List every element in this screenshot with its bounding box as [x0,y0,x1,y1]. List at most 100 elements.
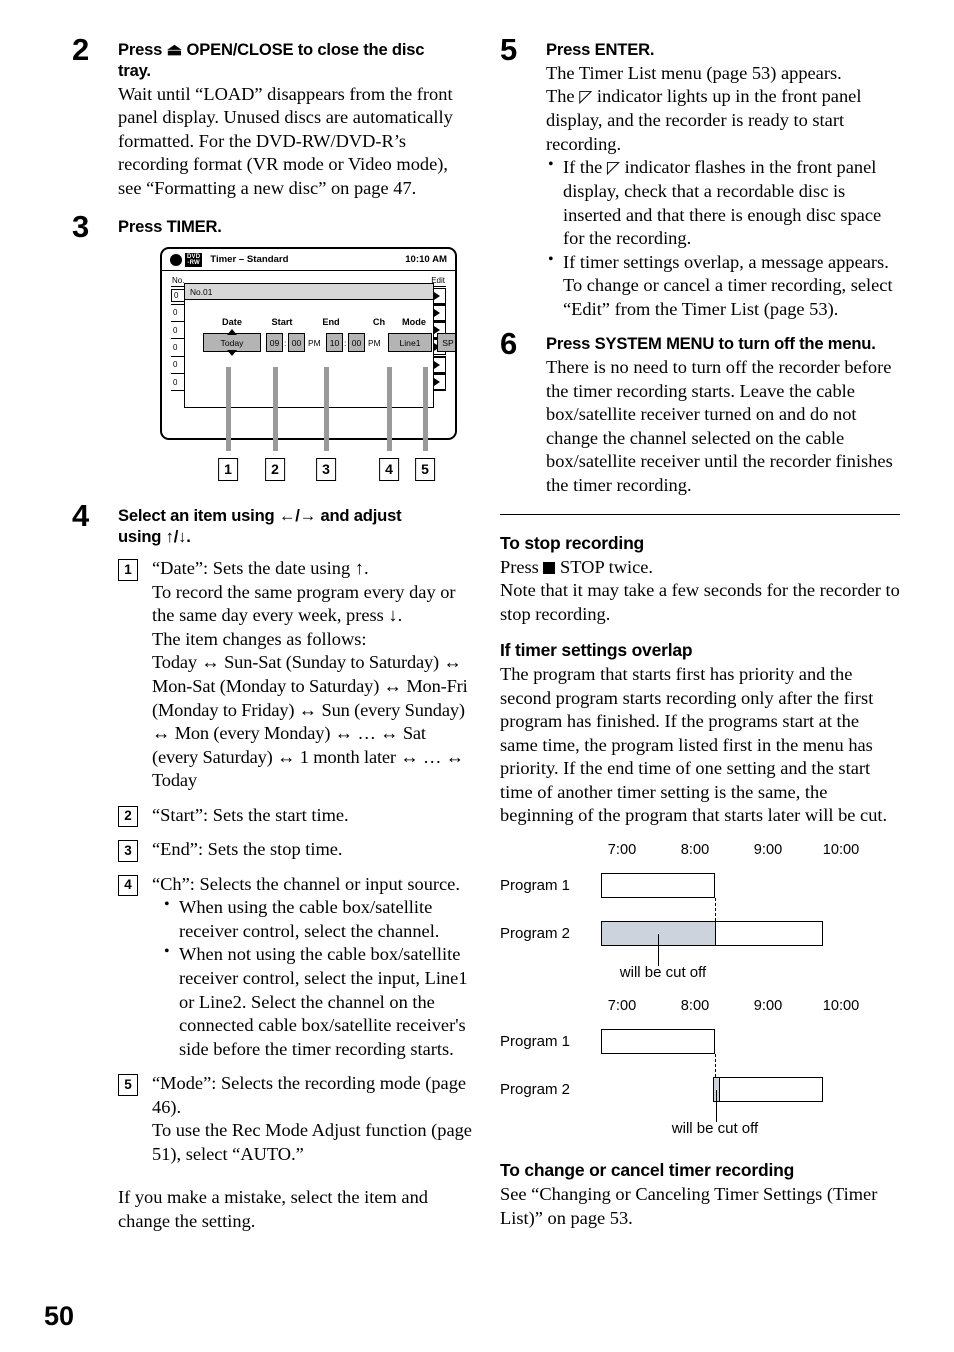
label-mode: Mode [402,317,426,328]
diagram2-row2-label: Program 2 [500,1080,571,1098]
right-column: 5 Press ENTER. The Timer List menu (page… [500,34,900,1230]
step-4-item-3: 3 “End”: Sets the stop time. [118,838,472,862]
dvd-badge-line2: -RW [187,259,200,266]
step-4-title-line2: using ↑/↓. [118,527,191,547]
step-4-item-2: 2 “Start”: Sets the start time. [118,804,472,828]
stop-recording-line1-b: STOP twice. [555,556,654,577]
channel-field[interactable]: Line1 [388,333,432,353]
stop-recording-line1: Press STOP twice. [500,556,900,580]
end-hour-field[interactable]: 10 [326,333,343,353]
callout-1: 1 [218,458,238,482]
diagram2-dashed-connector [715,1053,716,1077]
item-4-bullet-2: When not using the cable box/satellite r… [162,942,472,1061]
diagram2-cut-label: will be cut off [671,1119,759,1137]
step-2-title: Press ⏏ OPEN/CLOSE to close the disc tra… [118,40,472,82]
start-hour-field[interactable]: 09 [266,333,283,353]
step-5-bullet-2: If timer settings overlap, a message app… [546,250,900,322]
item-2-number: 2 [118,805,138,828]
end-time-separator: : [344,337,347,348]
arrow-down-icon [227,350,237,357]
tv-screen-clock: 10:10 AM [405,254,447,266]
step-6-body: There is no need to turn off the recorde… [546,357,893,495]
stop-square-icon [543,561,556,574]
start-ampm[interactable]: PM [308,333,321,352]
tv-screen-title: Timer – Standard [210,254,289,266]
change-cancel-body: See “Changing or Canceling Timer Setting… [500,1183,878,1228]
diagram2-row1-label: Program 1 [500,1032,571,1050]
diagram2-tick-4: 10:00 [822,997,860,1014]
label-ch: Ch [372,317,386,328]
step-5: 5 Press ENTER. The Timer List menu (page… [500,34,900,322]
item-1-number: 1 [118,559,138,581]
chevron-right-icon [434,360,440,369]
dvd-rw-badge-icon: DVD -RW [185,252,203,268]
chevron-right-icon [434,378,440,387]
step-3: 3 Press TIMER. DVD -RW Timer – Standard … [72,211,472,485]
diagram1-program2-bar [715,920,823,946]
section-overlap: If timer settings overlap The program th… [500,640,900,828]
diagram1-cut-pointer [658,933,659,966]
step-5-body-line2-b: indicator lights up in the front panel d… [546,86,862,154]
step-2-title-line2: tray. [118,60,151,80]
callout-4: 4 [379,458,399,482]
diagram1-tick-3: 9:00 [753,841,783,858]
timer-screen-illustration: DVD -RW Timer – Standard 10:10 AM No. Ed… [160,247,457,484]
row-number: 0 [171,289,185,303]
step-4-items: 1 “Date”: Sets the date using ↑. To reco… [118,557,472,1233]
item-1-line-4: Today ↔ Sun-Sat (Sunday to Saturday) ↔ M… [152,652,468,791]
step-5-body-line2-a: The [546,86,580,107]
end-minute-field[interactable]: 00 [348,333,365,353]
step-2-title-line1: Press ⏏ OPEN/CLOSE to close the disc [118,40,425,59]
step-2-body: Wait until “LOAD” disappears from the fr… [118,83,453,198]
diagram1-cut-label: will be cut off [619,963,707,981]
overlap-diagram-1: 7:00 8:00 9:00 10:00 Program 1 Program 2… [500,842,900,990]
diagram2-tick-2: 8:00 [680,997,710,1014]
step-4-closing: If you make a mistake, select the item a… [118,1187,428,1231]
end-ampm[interactable]: PM [368,333,381,352]
chevron-right-icon [434,291,440,300]
section-change-cancel: To change or cancel timer recording See … [500,1160,900,1230]
label-date: Date [222,317,242,328]
diagram1-tick-1: 7:00 [607,841,637,858]
step-4-title: Select an item using ←/→ and adjust usin… [118,506,472,548]
diagram1-dashed-connector [715,897,716,921]
item-5-number: 5 [118,1074,138,1096]
item-3-line-1: “End”: Sets the stop time. [152,839,343,860]
step-4-item-4: 4 “Ch”: Selects the channel or input sou… [118,873,472,1061]
start-minute-field[interactable]: 00 [288,333,305,353]
item-4-line-1: “Ch”: Selects the channel or input sourc… [152,873,460,894]
mode-field[interactable]: SP [437,333,455,353]
item-4-bullets: When using the cable box/satellite recei… [162,895,472,1061]
diagram1-tick-4: 10:00 [822,841,860,858]
overlap-heading: If timer settings overlap [500,640,693,661]
section-stop-recording: To stop recording Press STOP twice. Note… [500,533,900,627]
step-4-item-1: 1 “Date”: Sets the date using ↑. To reco… [118,557,472,792]
diagram2-cut-pointer [716,1089,717,1122]
diagram1-program1-bar [601,872,715,898]
item-4-number: 4 [118,874,138,897]
item-1-line-3: The item changes as follows: [152,628,367,649]
dvd-badge-line1: DVD [187,253,201,260]
step-5-bullets: If the ◸ indicator flashes in the front … [546,155,900,322]
clock-indicator-icon: ◸ [606,158,620,179]
step-3-title: Press TIMER. [118,216,222,236]
diagram2-tick-1: 7:00 [607,997,637,1014]
manual-page: 2 Press ⏏ OPEN/CLOSE to close the disc t… [0,0,954,1352]
diagram1-tick-2: 8:00 [680,841,710,858]
dialog-fields: Today 09 : 00 PM 10 : 00 PM Line1 SP [185,329,455,357]
change-cancel-heading: To change or cancel timer recording [500,1159,795,1180]
step-5-body-line1: The Timer List menu (page 53) appears. [546,62,842,83]
stop-recording-heading: To stop recording [500,532,645,553]
item-1-line-1: “Date”: Sets the date using ↑. [152,558,369,579]
chevron-right-icon [434,308,440,317]
dialog-field-labels: Date Start End Ch Mode [185,317,433,333]
callout-numbers: 1 2 3 4 5 [160,458,457,484]
item-1-line-2: To record the same program every day or … [152,581,456,626]
step-5-bullet-1-a: If the [563,157,607,178]
step-5-title: Press ENTER. [546,40,655,59]
timer-list-header-no: No. [172,276,185,286]
callout-5: 5 [415,458,435,482]
date-field[interactable]: Today [203,329,261,357]
dialog-header: No.01 [185,284,433,301]
stop-recording-line2: Note that it may take a few seconds for … [500,580,900,624]
